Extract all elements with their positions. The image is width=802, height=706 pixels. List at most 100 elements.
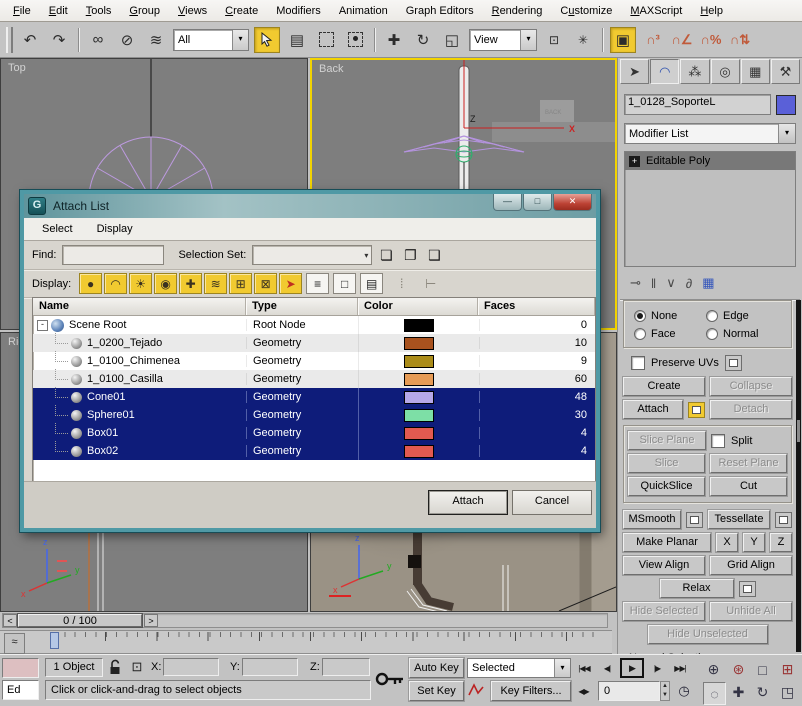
Box02[interactable]: Box02 Geometry 4 — [33, 442, 595, 460]
quickslice-button[interactable]: QuickSlice — [628, 477, 705, 496]
rectangular-selection-region-icon[interactable] — [314, 28, 338, 52]
1_0100_Chimenea[interactable]: 1_0100_Chimenea Geometry 9 — [33, 352, 595, 370]
dropdown-arrow-icon[interactable]: ▾ — [520, 30, 536, 50]
menu-item[interactable]: Group — [120, 2, 169, 20]
select-subtree-button[interactable]: ⊢ — [420, 274, 441, 293]
menu-item[interactable]: Rendering — [483, 2, 552, 20]
object-name-field[interactable]: 1_0128_SoporteL — [624, 94, 771, 115]
current-frame-field[interactable]: 0 — [598, 681, 660, 701]
zoom-extents-all-button[interactable]: ⊞ — [777, 659, 798, 680]
tab-motion[interactable]: ◎ — [711, 59, 740, 84]
toolbar-drag-handle[interactable] — [6, 27, 13, 53]
tab-display[interactable]: ▦ — [741, 59, 770, 84]
1_0200_Tejado[interactable]: 1_0200_Tejado Geometry 10 — [33, 334, 595, 352]
frame-spinner[interactable]: ▲ ▼ — [660, 681, 670, 701]
previous-frame-arrow[interactable]: < — [3, 614, 17, 627]
display-lights-button[interactable]: ☀ — [129, 273, 152, 294]
selection-lock-icon[interactable] — [108, 659, 124, 676]
maximize-button[interactable]: □ — [523, 194, 552, 211]
attach-settings-icon[interactable] — [688, 402, 705, 418]
select-and-move-icon[interactable]: ✚ — [382, 28, 406, 52]
remove-modifier-button[interactable]: ∂ — [686, 276, 692, 291]
angle-snap-icon[interactable]: ∩∠ — [670, 28, 694, 52]
grid-align-button[interactable]: Grid Align — [710, 556, 792, 575]
planar-x-button[interactable]: X — [716, 533, 738, 552]
slice-button[interactable]: Slice — [628, 454, 705, 473]
menu-item[interactable]: Tools — [77, 2, 121, 20]
constraint-normal-radio[interactable] — [706, 328, 718, 340]
tab-modify[interactable]: ◠ — [650, 59, 679, 84]
dialog-menu-item[interactable]: Select — [30, 220, 85, 238]
collapse-button[interactable]: Collapse — [710, 377, 792, 396]
constraint-face-radio[interactable] — [634, 328, 646, 340]
go-to-end-button[interactable]: ▶▶| — [670, 659, 690, 677]
configure-modifier-sets-button[interactable]: ▦ — [702, 275, 714, 291]
detach-button[interactable]: Detach — [710, 400, 792, 419]
planar-z-button[interactable]: Z — [770, 533, 792, 552]
split-checkbox[interactable] — [711, 434, 725, 448]
window-crossing-icon[interactable] — [343, 28, 367, 52]
tab-create[interactable]: ➤ — [620, 59, 649, 84]
bind-to-space-warp-icon[interactable]: ≋ — [144, 28, 168, 52]
attach-button[interactable]: Attach — [428, 490, 508, 515]
create-button[interactable]: Create — [623, 377, 705, 396]
cancel-button[interactable]: Cancel — [512, 490, 592, 515]
menu-item[interactable]: Edit — [40, 2, 77, 20]
column-header-name[interactable]: Name — [33, 298, 246, 315]
dropdown-arrow-icon[interactable]: ▾ — [778, 124, 795, 143]
menu-item[interactable]: Views — [169, 2, 216, 20]
display-xrefs-button[interactable]: ⊠ — [254, 273, 277, 294]
attach-button[interactable]: Attach — [623, 400, 683, 419]
close-button[interactable]: ✕ — [553, 194, 592, 211]
add-to-selection-set-button[interactable]: ❐ — [400, 246, 420, 265]
tab-hierarchy[interactable]: ⁂ — [680, 59, 709, 84]
object-color-swatch[interactable] — [776, 95, 796, 115]
hide-unselected-button[interactable]: Hide Unselected — [648, 625, 768, 644]
display-spacewarps-button[interactable]: ≋ — [204, 273, 227, 294]
go-to-start-button[interactable]: |◀◀ — [574, 659, 594, 677]
unhide-all-button[interactable]: Unhide All — [710, 602, 792, 621]
Cone01[interactable]: Cone01 Geometry 48 — [33, 388, 595, 406]
display-helpers-button[interactable]: ✚ — [179, 273, 202, 294]
redo-icon[interactable]: ↷ — [47, 28, 71, 52]
panel-scrollbar[interactable] — [796, 300, 801, 652]
hide-selected-button[interactable]: Hide Selected — [623, 602, 705, 621]
dropdown-arrow-icon[interactable]: ▾ — [554, 659, 570, 677]
snaps-toggle-icon[interactable]: ▣ — [610, 27, 636, 53]
relax-button[interactable]: Relax — [660, 579, 734, 598]
display-invert-button[interactable]: ▤ — [360, 273, 383, 294]
menu-item[interactable]: Modifiers — [267, 2, 330, 20]
minimize-button[interactable]: — — [493, 194, 522, 211]
pin-stack-button[interactable]: ⊸ — [630, 275, 641, 291]
select-and-rotate-icon[interactable]: ↻ — [411, 28, 435, 52]
zoom-all-button[interactable]: ⊛ — [728, 659, 749, 680]
tessellate-settings-icon[interactable] — [775, 512, 792, 528]
menu-item[interactable]: File — [4, 2, 40, 20]
display-bones-button[interactable]: ➤ — [279, 273, 302, 294]
dropdown-arrow-icon[interactable]: ▾ — [232, 30, 248, 50]
column-header-type[interactable]: Type — [246, 298, 358, 315]
display-none-button[interactable]: □ — [333, 273, 356, 294]
menu-item[interactable]: Animation — [330, 2, 397, 20]
make-planar-button[interactable]: Make Planar — [623, 533, 711, 552]
display-groups-button[interactable]: ⊞ — [229, 273, 252, 294]
absolute-mode-toggle-icon[interactable]: ⊡ — [128, 658, 146, 676]
menu-item[interactable]: Help — [691, 2, 732, 20]
z-coordinate-field[interactable] — [322, 658, 370, 676]
orbit-button[interactable]: ↻ — [752, 682, 773, 703]
mini-curve-editor-button[interactable]: ≈ — [4, 633, 25, 654]
current-frame-marker[interactable] — [50, 632, 59, 649]
time-slider-handle[interactable]: 0 / 100 — [18, 614, 142, 627]
slice-plane-button[interactable]: Slice Plane — [628, 431, 706, 450]
key-mode-toggle-icon[interactable]: ◀▶ — [574, 682, 593, 700]
next-frame-arrow[interactable]: > — [144, 614, 158, 627]
Box01[interactable]: Box01 Geometry 4 — [33, 424, 595, 442]
viewport-label[interactable]: Top — [8, 62, 26, 74]
percent-snap-icon[interactable]: ∩% — [699, 28, 723, 52]
viewport-label[interactable]: Back — [319, 63, 343, 75]
msmooth-button[interactable]: MSmooth — [623, 510, 681, 529]
track-bar[interactable]: ≈ — [0, 630, 612, 654]
reference-coordinate-dropdown[interactable]: View ▾ — [469, 29, 537, 51]
set-key-button[interactable]: Set Key — [409, 681, 464, 701]
previous-frame-button[interactable]: ◀| — [597, 659, 617, 677]
